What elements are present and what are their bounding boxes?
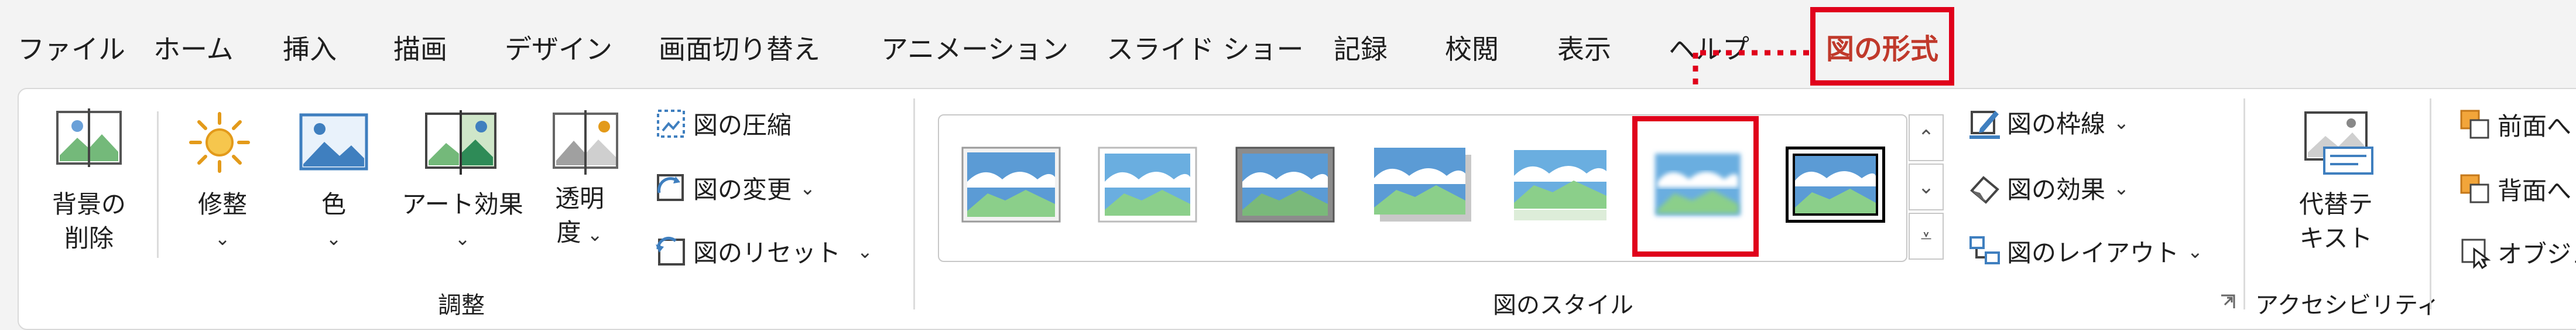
alt-text-button[interactable]: 代替テ キスト xyxy=(2283,188,2389,256)
tab-insert[interactable]: 挿入 xyxy=(283,28,337,67)
remove-background-button[interactable]: 背景の 削除 xyxy=(42,188,136,256)
selection-pane-label: オブジェ xyxy=(2498,240,2576,268)
chevron-down-icon: ⌄ xyxy=(2113,176,2129,199)
transparency-button[interactable]: 透明 度 ⌄ xyxy=(539,182,621,251)
send-backward-icon xyxy=(2460,174,2489,203)
gallery-scroll-down-button[interactable]: ⌄ xyxy=(1909,164,1944,210)
dialog-launcher-icon[interactable] xyxy=(2219,293,2236,311)
divider xyxy=(913,98,915,309)
picture-style-reflected[interactable] xyxy=(1510,147,1610,223)
more-icon: ⩡ xyxy=(1920,224,1932,248)
corrections-label: 修整 xyxy=(197,190,247,219)
picture-border-button[interactable]: 図の枠線 ⌄ xyxy=(1968,104,2129,140)
tab-picture-format-label: 図の形式 xyxy=(1825,33,1938,66)
gallery-more-button[interactable]: ⩡ xyxy=(1909,213,1944,260)
picture-styles-group-label: 図のスタイル xyxy=(1493,292,1633,319)
chevron-down-icon: ⌄ xyxy=(857,240,873,263)
tab-record[interactable]: 記録 xyxy=(1334,28,1388,67)
picture-layout-label: 図のレイアウト xyxy=(2007,239,2180,267)
chevron-down-icon: ⌄ xyxy=(581,223,603,246)
compress-icon xyxy=(657,109,685,138)
chevron-down-icon: ⌄ xyxy=(1917,175,1935,199)
picture-border-label: 図の枠線 xyxy=(2007,110,2106,138)
chevron-down-icon: ⌄ xyxy=(800,176,816,199)
color-icon xyxy=(299,113,368,171)
transparency-icon xyxy=(553,110,618,175)
reset-picture-button[interactable]: 図のリセット ⌄ xyxy=(655,233,873,269)
corrections-button[interactable]: 修整 ⌄ xyxy=(181,188,263,256)
picture-style-drop-shadow[interactable] xyxy=(1373,147,1472,223)
transparency-line1: 透明 xyxy=(554,184,604,213)
picture-effects-icon xyxy=(1970,175,1999,204)
picture-style-double-frame-black[interactable] xyxy=(1786,147,1885,223)
gallery-scroll-up-button[interactable]: ⌃ xyxy=(1909,114,1944,161)
chevron-up-icon: ⌃ xyxy=(1917,126,1935,149)
remove-background-icon xyxy=(56,108,122,167)
color-button[interactable]: 色 ⌄ xyxy=(293,188,375,256)
picture-style-soft-edge-white[interactable] xyxy=(1098,147,1197,223)
remove-bg-line1: 背景の xyxy=(52,190,126,219)
chevron-down-icon: ⌄ xyxy=(454,227,471,250)
transparency-line2-wrap: 度 ⌄ xyxy=(539,216,621,251)
tab-home[interactable]: ホーム xyxy=(153,28,234,67)
bring-forward-icon xyxy=(2460,110,2489,138)
alt-text-line2: キスト xyxy=(2299,224,2373,253)
change-picture-button[interactable]: 図の変更 ⌄ xyxy=(655,170,816,206)
tab-transitions[interactable]: 画面切り替え xyxy=(659,28,820,67)
chevron-down-icon: ⌄ xyxy=(326,227,342,250)
compress-pictures-button[interactable]: 図の圧縮 xyxy=(655,106,792,141)
selection-pane-button[interactable]: オブジェ xyxy=(2459,234,2576,270)
picture-border-icon xyxy=(1969,110,2000,139)
tab-view[interactable]: 表示 xyxy=(1557,28,1611,67)
picture-style-simple-frame-white[interactable] xyxy=(961,147,1061,223)
bring-forward-label: 前面へ xyxy=(2498,112,2572,141)
chevron-down-icon: ⌄ xyxy=(2187,240,2203,263)
transparency-line2: 度 xyxy=(556,218,581,247)
send-backward-button[interactable]: 背面へ xyxy=(2459,171,2571,207)
tab-draw[interactable]: 描画 xyxy=(393,28,447,67)
artistic-effects-icon xyxy=(425,110,496,175)
highlighted-style-frame xyxy=(1632,116,1759,257)
ribbon-tab-bar: ファイル ホーム 挿入 描画 デザイン 画面切り替え アニメーション スライド … xyxy=(0,0,2576,88)
tab-review[interactable]: 校閲 xyxy=(1445,28,1499,67)
divider xyxy=(2430,98,2431,309)
tab-design[interactable]: デザイン xyxy=(505,28,612,67)
tab-slideshow[interactable]: スライド ショー xyxy=(1107,28,1304,67)
compress-label: 図の圧縮 xyxy=(693,111,792,140)
change-picture-icon xyxy=(657,173,684,201)
send-backward-label: 背面へ xyxy=(2498,176,2572,205)
accessibility-group-label: アクセシビリティ xyxy=(2255,292,2440,319)
tab-picture-format[interactable]: 図の形式 xyxy=(1810,7,1954,86)
corrections-icon xyxy=(189,112,250,173)
chevron-down-icon: ⌄ xyxy=(2113,111,2129,134)
artistic-effects-button[interactable]: アート効果 ⌄ xyxy=(392,188,533,256)
picture-layout-button[interactable]: 図のレイアウト ⌄ xyxy=(1968,233,2203,269)
reset-picture-label: 図のリセット xyxy=(693,239,841,267)
tab-file[interactable]: ファイル xyxy=(18,28,125,67)
picture-effects-button[interactable]: 図の効果 ⌄ xyxy=(1968,170,2129,206)
reset-picture-icon xyxy=(656,236,685,266)
gallery-scroll-controls: ⌃ ⌄ ⩡ xyxy=(1909,114,1945,262)
alt-text-icon xyxy=(2304,111,2373,175)
picture-style-metal-frame[interactable] xyxy=(1235,147,1335,223)
tab-animations[interactable]: アニメーション xyxy=(881,28,1068,67)
remove-bg-line2: 削除 xyxy=(64,224,114,253)
selection-pane-icon xyxy=(2461,239,2491,269)
divider xyxy=(157,111,159,258)
divider xyxy=(2243,98,2245,309)
change-picture-label: 図の変更 xyxy=(693,175,792,204)
adjust-group-label: 調整 xyxy=(438,292,485,319)
alt-text-line1: 代替テ xyxy=(2298,190,2373,219)
bring-forward-button[interactable]: 前面へ xyxy=(2459,107,2571,142)
artistic-label: アート効果 xyxy=(402,190,523,219)
chevron-down-icon: ⌄ xyxy=(214,227,231,250)
picture-effects-label: 図の効果 xyxy=(2007,175,2106,204)
picture-layout-icon xyxy=(1969,236,2000,264)
color-label: 色 xyxy=(321,190,346,219)
